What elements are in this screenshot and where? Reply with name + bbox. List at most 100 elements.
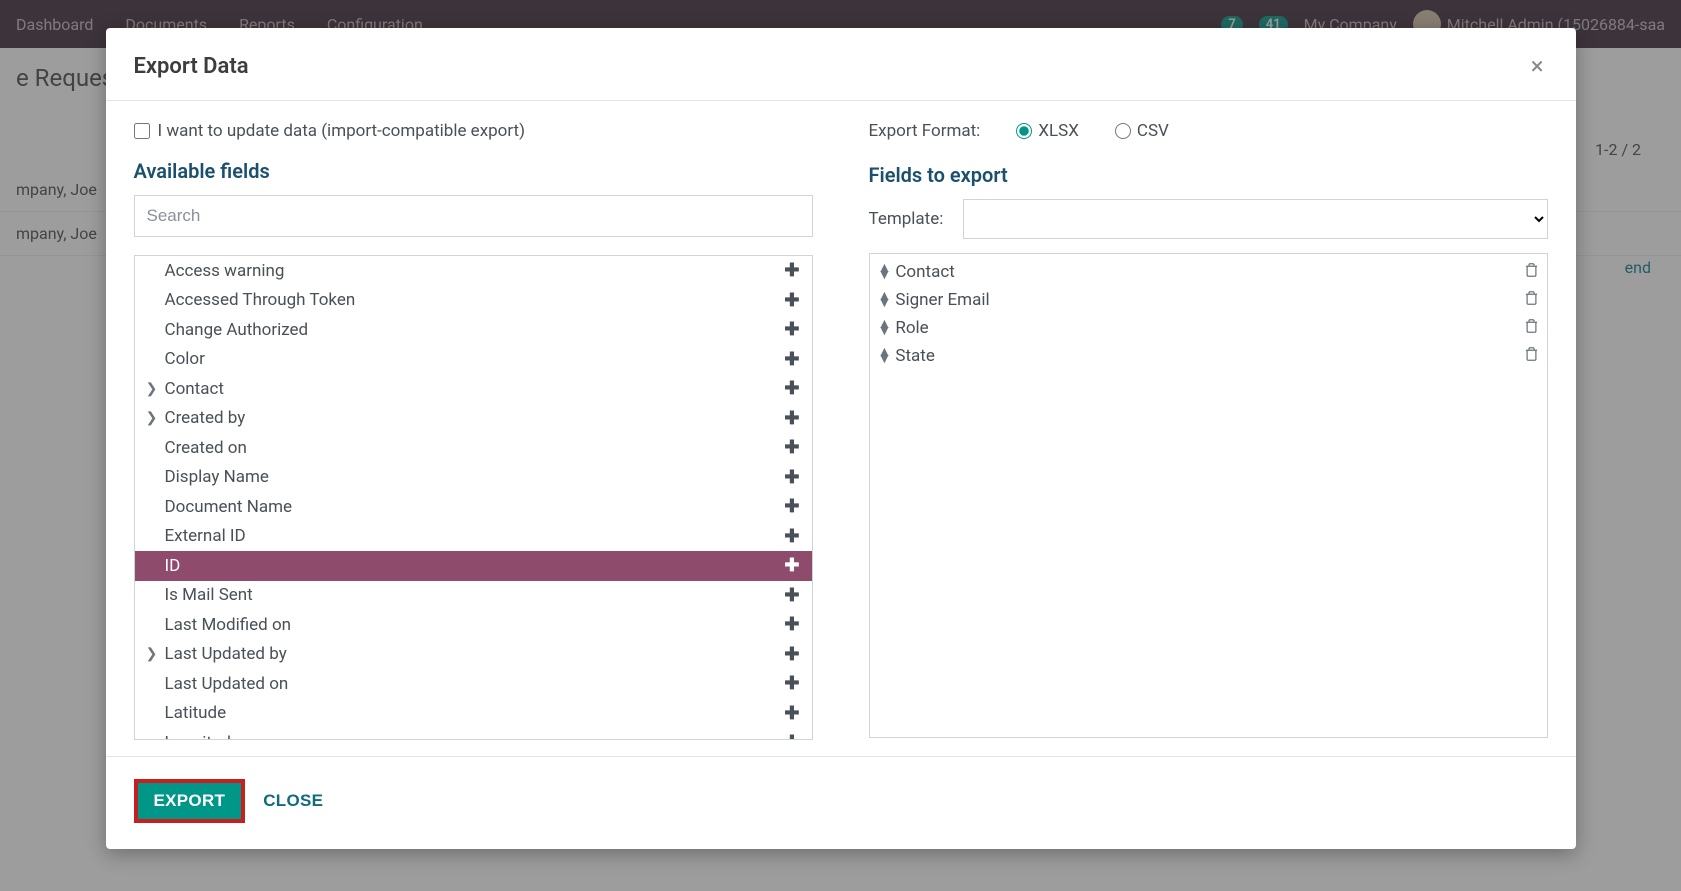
field-item[interactable]: Color✚ bbox=[135, 345, 812, 375]
export-field-label: Contact bbox=[895, 262, 1523, 282]
format-csv-label: CSV bbox=[1137, 121, 1169, 141]
plus-icon[interactable]: ✚ bbox=[780, 555, 803, 576]
field-label: Access warning bbox=[165, 261, 781, 281]
trash-icon[interactable] bbox=[1524, 290, 1539, 310]
field-item[interactable]: Display Name✚ bbox=[135, 463, 812, 493]
fields-to-export-header: Fields to export bbox=[869, 163, 1548, 187]
plus-icon[interactable]: ✚ bbox=[780, 319, 803, 340]
field-item[interactable]: Created on✚ bbox=[135, 433, 812, 463]
plus-icon[interactable]: ✚ bbox=[780, 349, 803, 370]
field-label: Document Name bbox=[165, 497, 781, 517]
available-fields-header: Available fields bbox=[134, 159, 813, 183]
field-label: Last Modified on bbox=[165, 615, 781, 635]
field-item[interactable]: Longitude✚ bbox=[135, 728, 812, 739]
field-label: Created on bbox=[165, 438, 781, 458]
field-item[interactable]: Accessed Through Token✚ bbox=[135, 286, 812, 316]
export-field-label: Role bbox=[895, 318, 1523, 338]
available-fields-container: Access warning✚Accessed Through Token✚Ch… bbox=[134, 255, 813, 740]
field-item[interactable]: Access warning✚ bbox=[135, 256, 812, 286]
plus-icon[interactable]: ✚ bbox=[780, 703, 803, 724]
modal-title: Export Data bbox=[134, 54, 249, 79]
drag-handle-icon[interactable]: ▲▼ bbox=[878, 293, 892, 307]
right-panel: Export Format: XLSX CSV Fields to export bbox=[869, 121, 1548, 740]
field-item[interactable]: ID✚ bbox=[135, 551, 812, 581]
plus-icon[interactable]: ✚ bbox=[780, 260, 803, 281]
plus-icon[interactable]: ✚ bbox=[780, 408, 803, 429]
drag-handle-icon[interactable]: ▲▼ bbox=[878, 349, 892, 363]
template-label: Template: bbox=[869, 209, 944, 229]
modal-body: I want to update data (import-compatible… bbox=[106, 101, 1576, 748]
drag-handle-icon[interactable]: ▲▼ bbox=[878, 321, 892, 335]
field-item[interactable]: External ID✚ bbox=[135, 522, 812, 552]
field-item[interactable]: Is Mail Sent✚ bbox=[135, 581, 812, 611]
trash-icon[interactable] bbox=[1524, 346, 1539, 366]
plus-icon[interactable]: ✚ bbox=[780, 467, 803, 488]
field-label: Last Updated on bbox=[165, 674, 781, 694]
template-select[interactable] bbox=[963, 199, 1547, 239]
update-data-checkbox-row[interactable]: I want to update data (import-compatible… bbox=[134, 121, 813, 141]
plus-icon[interactable]: ✚ bbox=[780, 437, 803, 458]
plus-icon[interactable]: ✚ bbox=[780, 644, 803, 665]
export-button[interactable]: EXPORT bbox=[134, 779, 246, 823]
fields-to-export-list: ▲▼Contact▲▼Signer Email▲▼Role▲▼State bbox=[869, 253, 1548, 738]
plus-icon[interactable]: ✚ bbox=[780, 732, 803, 739]
export-field-item[interactable]: ▲▼Signer Email bbox=[878, 286, 1539, 314]
field-item[interactable]: Last Modified on✚ bbox=[135, 610, 812, 640]
field-label: Last Updated by bbox=[165, 644, 781, 664]
plus-icon[interactable]: ✚ bbox=[780, 526, 803, 547]
close-button[interactable]: CLOSE bbox=[263, 791, 323, 811]
format-csv-radio[interactable] bbox=[1115, 123, 1131, 139]
trash-icon[interactable] bbox=[1524, 262, 1539, 282]
plus-icon[interactable]: ✚ bbox=[780, 673, 803, 694]
plus-icon[interactable]: ✚ bbox=[780, 290, 803, 311]
field-item[interactable]: Latitude✚ bbox=[135, 699, 812, 729]
chevron-right-icon[interactable]: ❯ bbox=[139, 646, 165, 662]
trash-icon[interactable] bbox=[1524, 318, 1539, 338]
field-item[interactable]: ❯Created by✚ bbox=[135, 404, 812, 434]
plus-icon[interactable]: ✚ bbox=[780, 378, 803, 399]
chevron-right-icon[interactable]: ❯ bbox=[139, 410, 165, 426]
modal-header: Export Data × bbox=[106, 28, 1576, 101]
format-xlsx-radio[interactable] bbox=[1016, 123, 1032, 139]
search-input[interactable] bbox=[134, 195, 813, 237]
plus-icon[interactable]: ✚ bbox=[780, 614, 803, 635]
field-label: Color bbox=[165, 349, 781, 369]
format-radio-group: XLSX CSV bbox=[1016, 121, 1169, 141]
field-item[interactable]: Change Authorized✚ bbox=[135, 315, 812, 345]
update-data-checkbox[interactable] bbox=[134, 123, 150, 139]
left-panel: I want to update data (import-compatible… bbox=[134, 121, 813, 740]
modal-footer: EXPORT CLOSE bbox=[106, 756, 1576, 849]
field-label: Longitude bbox=[165, 733, 781, 739]
export-data-modal: Export Data × I want to update data (imp… bbox=[106, 28, 1576, 849]
format-xlsx-option[interactable]: XLSX bbox=[1016, 121, 1079, 141]
available-fields-list[interactable]: Access warning✚Accessed Through Token✚Ch… bbox=[135, 256, 812, 739]
field-label: Accessed Through Token bbox=[165, 290, 781, 310]
field-label: Is Mail Sent bbox=[165, 585, 781, 605]
export-field-item[interactable]: ▲▼Contact bbox=[878, 258, 1539, 286]
export-field-label: Signer Email bbox=[895, 290, 1523, 310]
template-row: Template: bbox=[869, 199, 1548, 239]
export-field-item[interactable]: ▲▼State bbox=[878, 342, 1539, 370]
field-label: External ID bbox=[165, 526, 781, 546]
format-csv-option[interactable]: CSV bbox=[1115, 121, 1169, 141]
chevron-right-icon[interactable]: ❯ bbox=[139, 381, 165, 397]
field-label: Contact bbox=[165, 379, 781, 399]
export-field-label: State bbox=[895, 346, 1523, 366]
field-item[interactable]: Document Name✚ bbox=[135, 492, 812, 522]
export-format-row: Export Format: XLSX CSV bbox=[869, 121, 1548, 141]
field-label: Display Name bbox=[165, 467, 781, 487]
close-icon[interactable]: × bbox=[1527, 52, 1548, 80]
field-label: ID bbox=[165, 556, 781, 576]
field-label: Created by bbox=[165, 408, 781, 428]
field-item[interactable]: ❯Contact✚ bbox=[135, 374, 812, 404]
field-label: Change Authorized bbox=[165, 320, 781, 340]
modal-overlay: Export Data × I want to update data (imp… bbox=[0, 0, 1681, 891]
drag-handle-icon[interactable]: ▲▼ bbox=[878, 265, 892, 279]
plus-icon[interactable]: ✚ bbox=[780, 585, 803, 606]
field-item[interactable]: Last Updated on✚ bbox=[135, 669, 812, 699]
plus-icon[interactable]: ✚ bbox=[780, 496, 803, 517]
format-xlsx-label: XLSX bbox=[1038, 121, 1079, 141]
field-item[interactable]: ❯Last Updated by✚ bbox=[135, 640, 812, 670]
export-field-item[interactable]: ▲▼Role bbox=[878, 314, 1539, 342]
update-data-label: I want to update data (import-compatible… bbox=[158, 121, 526, 141]
